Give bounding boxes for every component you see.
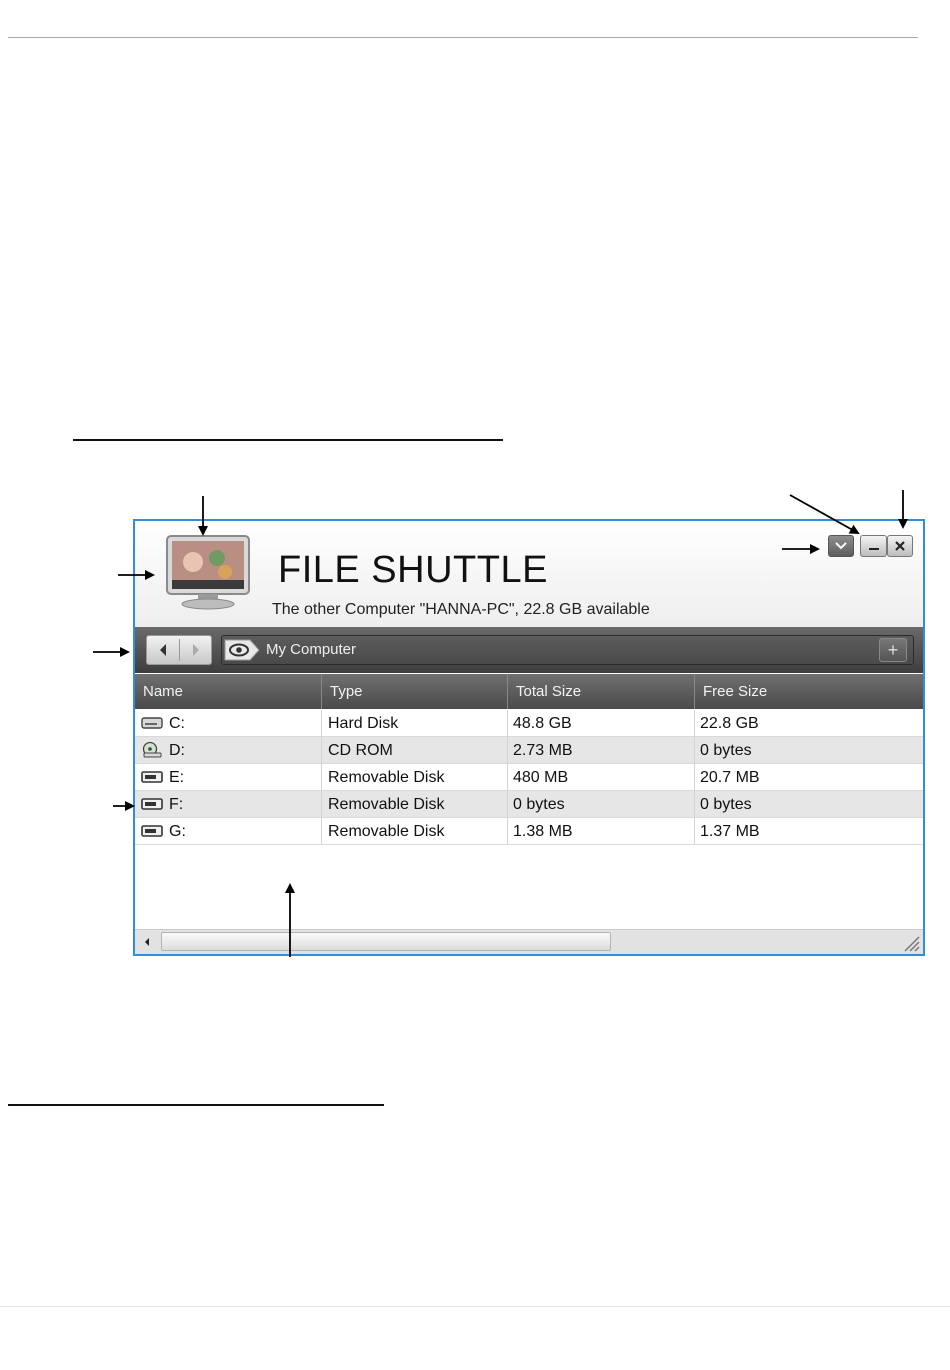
arrow-icon <box>93 490 908 957</box>
